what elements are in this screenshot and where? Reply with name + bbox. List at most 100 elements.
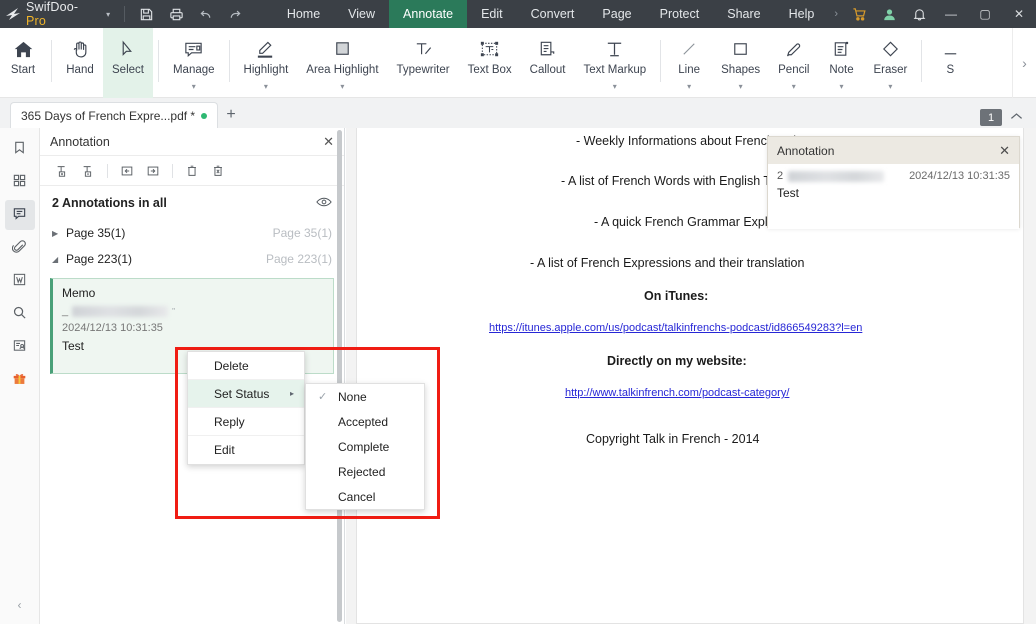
chevron-down-icon[interactable]: ▾ <box>687 83 691 91</box>
document-tab[interactable]: 365 Days of French Expre...pdf * <box>10 102 219 128</box>
undo-icon[interactable] <box>191 0 221 28</box>
memo-timestamp: 2024/12/13 10:31:35 <box>62 322 163 334</box>
ribbon-note[interactable]: Note ▾ <box>818 28 864 98</box>
annotation-group-label: Page 35(1) <box>66 226 126 240</box>
ribbon-manage[interactable]: Manage ▾ <box>164 28 224 98</box>
rail-bookmark[interactable] <box>5 134 35 164</box>
chevron-down-icon[interactable]: ▾ <box>192 83 196 91</box>
delete-icon[interactable] <box>180 159 204 183</box>
chevron-down-icon[interactable]: ▾ <box>264 83 268 91</box>
menu-help[interactable]: Help <box>775 0 829 28</box>
menu-home[interactable]: Home <box>273 0 334 28</box>
print-icon[interactable] <box>161 0 191 28</box>
menu-annotate[interactable]: Annotate <box>389 0 468 28</box>
context-menu-item-set-status[interactable]: Set Status ▸ <box>188 380 304 408</box>
bell-icon[interactable] <box>904 0 934 28</box>
doc-link-website[interactable]: http://www.talkinfrench.com/podcast-cate… <box>565 387 789 399</box>
collapse-all-icon[interactable] <box>76 159 100 183</box>
redo-icon[interactable] <box>221 0 251 28</box>
minimize-button[interactable]: — <box>934 0 968 28</box>
note-icon <box>831 34 852 60</box>
rail-thumbnails[interactable] <box>5 167 35 197</box>
context-menu-item-edit[interactable]: Edit <box>188 436 304 464</box>
context-menu-item-label: Set Status <box>214 386 270 401</box>
save-icon[interactable] <box>131 0 161 28</box>
annotation-group-page-223[interactable]: ◢ Page 223(1) Page 223(1) <box>40 246 344 272</box>
context-menu-item-reply[interactable]: Reply <box>188 408 304 436</box>
ribbon-callout[interactable]: Callout <box>521 28 575 98</box>
ribbon-stamp[interactable]: S <box>927 28 973 98</box>
ribbon-pencil[interactable]: Pencil ▾ <box>769 28 818 98</box>
menu-edit[interactable]: Edit <box>467 0 517 28</box>
divider <box>921 40 923 82</box>
account-icon[interactable] <box>874 0 904 28</box>
ribbon-start[interactable]: Start <box>0 28 46 98</box>
rail-gift[interactable] <box>5 365 35 395</box>
ribbon-highlight[interactable]: Highlight ▾ <box>235 28 298 98</box>
menu-convert[interactable]: Convert <box>517 0 589 28</box>
ribbon-line[interactable]: Line ▾ <box>666 28 712 98</box>
brand-name: SwifDoo-Pro <box>26 0 100 28</box>
rail-search[interactable] <box>5 299 35 329</box>
page-number-badge[interactable]: 1 <box>980 109 1002 126</box>
rail-collapse-button[interactable]: ‹ <box>18 598 22 612</box>
rail-signature[interactable] <box>5 332 35 362</box>
ribbon-area-highlight[interactable]: Area Highlight ▾ <box>297 28 387 98</box>
page-up-icon[interactable] <box>1010 110 1023 124</box>
ribbon-shapes[interactable]: Shapes ▾ <box>712 28 769 98</box>
status-option-cancel[interactable]: Cancel <box>306 484 424 509</box>
menu-overflow-icon[interactable]: › <box>828 8 844 20</box>
next-icon[interactable] <box>141 159 165 183</box>
chevron-down-icon[interactable]: ▾ <box>839 83 843 91</box>
status-option-accepted[interactable]: Accepted <box>306 409 424 434</box>
attachment-icon <box>11 239 27 257</box>
status-option-rejected[interactable]: Rejected <box>306 459 424 484</box>
rail-attachment[interactable] <box>5 233 35 263</box>
close-button[interactable]: ✕ <box>1002 0 1036 28</box>
chevron-down-icon[interactable]: ▾ <box>888 83 892 91</box>
ribbon-hand[interactable]: Hand <box>57 28 103 98</box>
menu-view[interactable]: View <box>334 0 389 28</box>
close-icon[interactable]: ✕ <box>999 143 1010 159</box>
ribbon-typewriter[interactable]: Typewriter <box>388 28 459 98</box>
chevron-down-icon[interactable]: ▾ <box>613 83 617 91</box>
chevron-down-icon[interactable]: ▾ <box>340 83 344 91</box>
document-tab-strip: 365 Days of French Expre...pdf * + <box>0 98 1036 128</box>
new-tab-button[interactable]: + <box>218 102 244 128</box>
status-option-label: None <box>338 389 367 404</box>
ribbon-select[interactable]: Select <box>103 28 153 98</box>
menu-page[interactable]: Page <box>588 0 645 28</box>
close-icon[interactable]: ✕ <box>323 134 334 150</box>
rail-comment[interactable] <box>4 200 35 230</box>
maximize-button[interactable]: ▢ <box>968 0 1002 28</box>
brand-pro-text: Pro <box>25 14 46 28</box>
eye-icon[interactable] <box>316 195 332 212</box>
menu-protect[interactable]: Protect <box>646 0 714 28</box>
ribbon-stamp-label: S <box>946 64 955 76</box>
annotation-group-page-35[interactable]: ▶ Page 35(1) Page 35(1) <box>40 220 344 246</box>
delete-all-icon[interactable] <box>206 159 230 183</box>
cart-icon[interactable] <box>844 0 874 28</box>
home-icon <box>13 34 34 60</box>
ribbon-text-markup[interactable]: Text Markup ▾ <box>574 28 655 98</box>
document-tab-title: 365 Days of French Expre...pdf * <box>21 108 196 123</box>
ribbon-eraser[interactable]: Eraser ▾ <box>864 28 916 98</box>
doc-link-itunes[interactable]: https://itunes.apple.com/us/podcast/talk… <box>489 322 862 334</box>
ribbon-expand-icon[interactable]: › <box>1012 28 1036 98</box>
text-markup-icon <box>604 34 625 60</box>
previous-icon[interactable] <box>115 159 139 183</box>
annotation-popup[interactable]: Annotation ✕ 2 2024/12/13 10:31:35 Test <box>767 136 1020 229</box>
ribbon-text-box[interactable]: Text Box <box>459 28 521 98</box>
brand-dropdown-icon[interactable]: ▾ <box>106 10 110 19</box>
annotation-group-label: Page 223(1) <box>66 252 133 266</box>
chevron-down-icon[interactable]: ▾ <box>792 83 796 91</box>
status-option-complete[interactable]: Complete <box>306 434 424 459</box>
annotation-popup-author-redacted <box>788 170 885 182</box>
status-option-none[interactable]: ✓ None <box>306 384 424 409</box>
chevron-down-icon[interactable]: ▾ <box>739 83 743 91</box>
ribbon-note-label: Note <box>829 64 854 76</box>
menu-share[interactable]: Share <box>713 0 774 28</box>
expand-all-icon[interactable] <box>50 159 74 183</box>
rail-word-export[interactable] <box>5 266 35 296</box>
context-menu-item-delete[interactable]: Delete <box>188 352 304 380</box>
